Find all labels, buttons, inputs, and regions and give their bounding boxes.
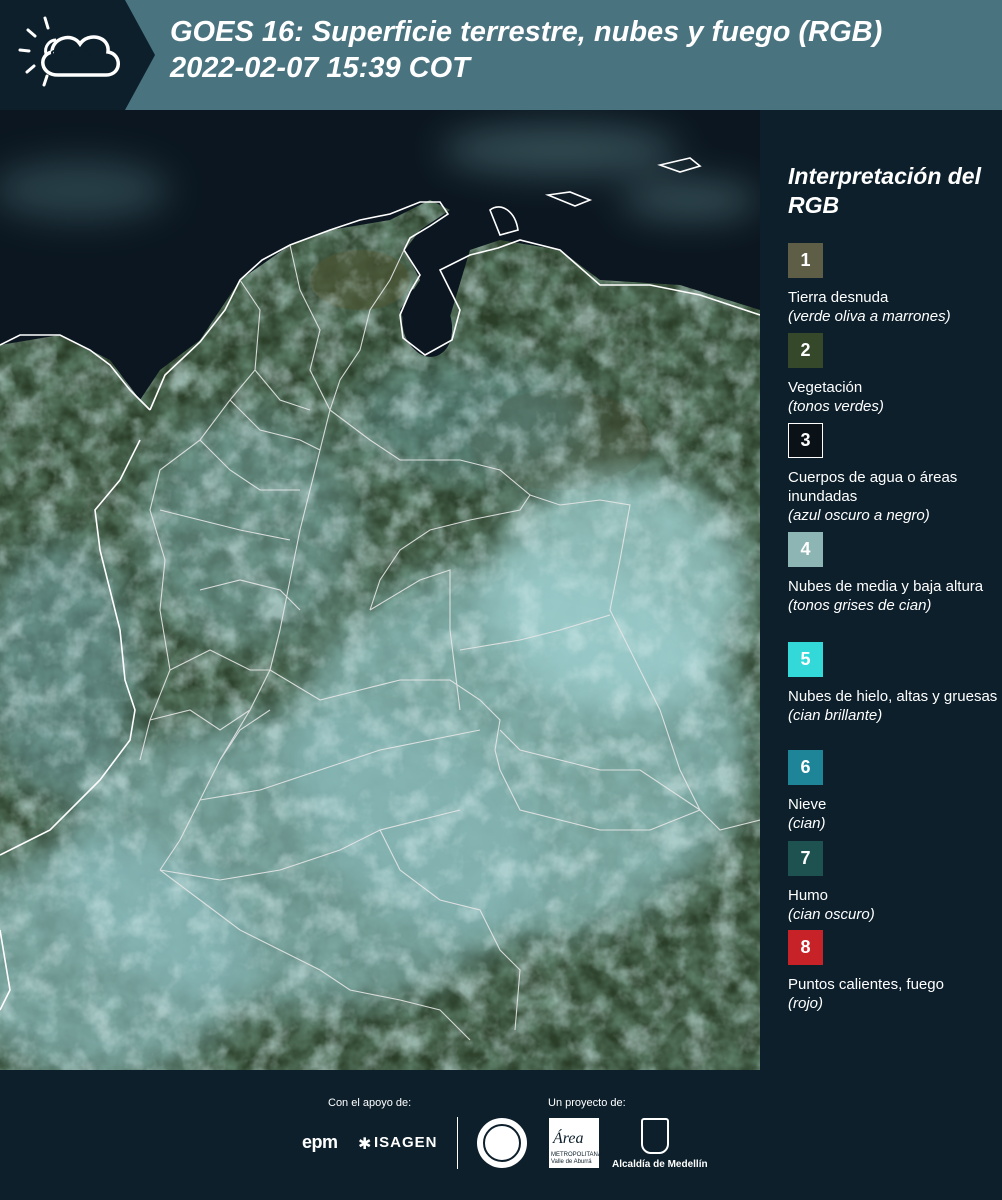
legend-desc: (tonos grises de cian) <box>788 597 932 614</box>
legend-label: Cuerpos de agua o áreas inundadas <box>788 469 958 505</box>
legend-label: Nubes de media y baja altura <box>788 578 984 595</box>
legend-swatch-2: 2 <box>788 333 823 368</box>
gobernacion-seal-icon[interactable] <box>477 1118 527 1168</box>
legend-desc: (verde oliva a marrones) <box>788 308 951 325</box>
legend-item-vegetation: 2 Vegetación (tonos verdes) <box>788 333 998 416</box>
legend-swatch-6: 6 <box>788 750 823 785</box>
epm-logo[interactable]: epm <box>302 1132 338 1153</box>
support-caption: Con el apoyo de: <box>328 1097 412 1109</box>
legend-swatch-5: 5 <box>788 642 823 677</box>
logo-text: SIATA <box>50 47 96 64</box>
medellin-shield-icon[interactable] <box>641 1118 669 1154</box>
legend-label: Tierra desnuda <box>788 289 889 306</box>
area-metropolitana-logo[interactable]: Área METROPOLITANA Valle de Aburrá <box>549 1118 602 1168</box>
legend-item-water: 3 Cuerpos de agua o áreas inundadas (azu… <box>788 423 998 525</box>
footer-divider <box>457 1117 458 1169</box>
legend-label: Humo <box>788 887 829 904</box>
legend-item-snow: 6 Nieve (cian) <box>788 750 998 833</box>
legend-label: Nubes de hielo, altas y gruesas <box>788 688 998 705</box>
legend-desc: (tonos verdes) <box>788 398 884 415</box>
area-logo-subtext: METROPOLITANA Valle de Aburrá <box>551 1152 602 1165</box>
isagen-logo[interactable]: ISAGEN <box>374 1134 438 1151</box>
satellite-map[interactable] <box>0 110 760 1070</box>
legend-swatch-1: 1 <box>788 243 823 278</box>
legend-swatch-7: 7 <box>788 841 823 876</box>
legend-label: Puntos calientes, fuego <box>788 976 944 993</box>
siata-logo[interactable]: SIATA <box>0 0 155 110</box>
legend-desc: (cian brillante) <box>788 707 883 724</box>
legend-desc: (azul oscuro a negro) <box>788 507 930 524</box>
medellin-caption: Alcaldía de Medellín <box>612 1159 708 1170</box>
legend-item-low-clouds: 4 Nubes de media y baja altura (tonos gr… <box>788 532 998 615</box>
legend-item-fire: 8 Puntos calientes, fuego (rojo) <box>788 930 998 1013</box>
legend-item-smoke: 7 Humo (cian oscuro) <box>788 841 998 924</box>
footer: Con el apoyo de: Un proyecto de: epm ✱ I… <box>0 1070 1002 1200</box>
legend-label: Vegetación <box>788 379 863 396</box>
legend-item-ice-clouds: 5 Nubes de hielo, altas y gruesas (cian … <box>788 642 998 725</box>
area-logo-text: Área <box>553 1130 584 1147</box>
legend-item-bare-soil: 1 Tierra desnuda (verde oliva a marrones… <box>788 243 998 326</box>
legend-swatch-4: 4 <box>788 532 823 567</box>
title-line-product: GOES 16: Superficie terrestre, nubes y f… <box>170 16 883 48</box>
legend-label: Nieve <box>788 796 827 813</box>
isagen-icon: ✱ <box>358 1136 372 1153</box>
legend-swatch-3: 3 <box>788 423 823 458</box>
page-title: GOES 16: Superficie terrestre, nubes y f… <box>170 14 1000 86</box>
header: SIATA GOES 16: Superficie terrestre, nub… <box>0 0 1002 110</box>
seal-ring <box>483 1124 521 1162</box>
legend-swatch-8: 8 <box>788 930 823 965</box>
legend-panel: Interpretación del RGB 1 Tierra desnuda … <box>760 110 1002 1070</box>
title-line-timestamp: 2022-02-07 15:39 COT <box>170 52 470 84</box>
legend-desc: (cian) <box>788 815 826 832</box>
satellite-image <box>0 110 760 1070</box>
legend-title: Interpretación del RGB <box>788 163 981 218</box>
project-caption: Un proyecto de: <box>548 1097 626 1109</box>
legend-desc: (cian oscuro) <box>788 906 875 923</box>
legend-desc: (rojo) <box>788 995 824 1012</box>
